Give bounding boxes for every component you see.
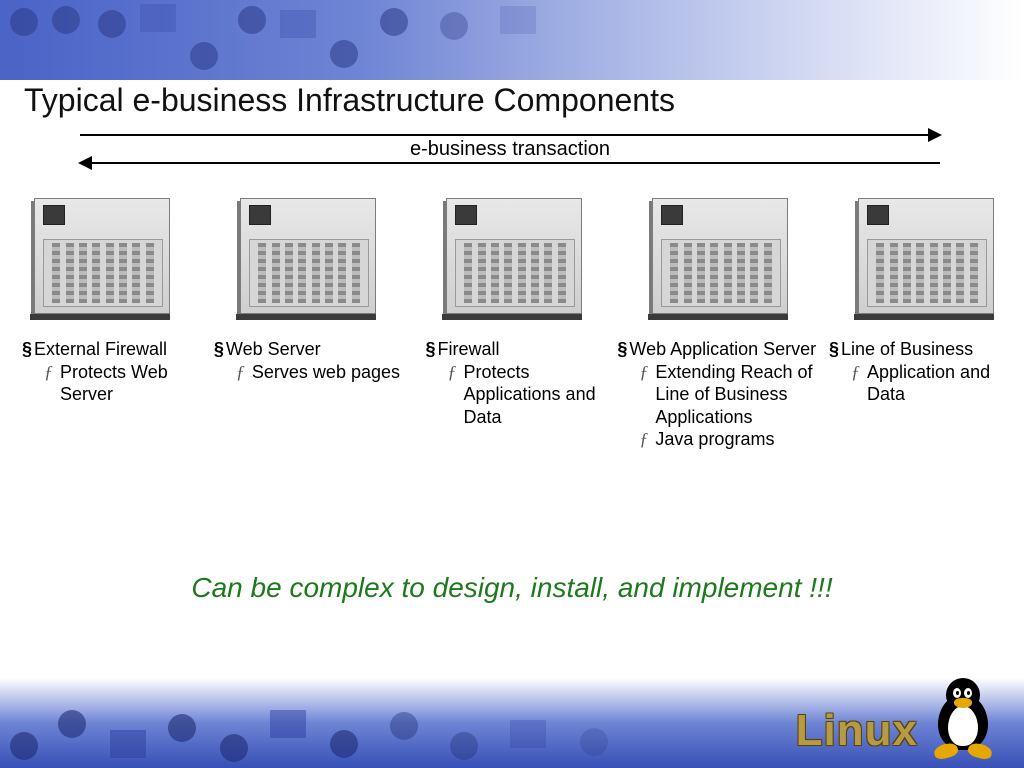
sub-bullet-icon: ƒ: [851, 361, 867, 406]
col-sub: Protects Applications and Data: [464, 361, 618, 429]
col-sub: Extending Reach of Line of Business Appl…: [655, 361, 829, 429]
linux-logo-text: Linux: [796, 706, 918, 756]
col-title: External Firewall: [34, 338, 167, 361]
linux-brand: Linux: [796, 678, 996, 756]
sub-bullet-icon: ƒ: [639, 361, 655, 429]
sub-bullet-icon: ƒ: [44, 361, 60, 406]
col-line-of-business: § Line of Business ƒ Application and Dat…: [829, 338, 1016, 451]
conclusion-text: Can be complex to design, install, and i…: [0, 572, 1024, 604]
sub-bullet-icon: ƒ: [448, 361, 464, 429]
col-title: Web Server: [226, 338, 321, 361]
col-sub: Protects Web Server: [60, 361, 214, 406]
top-decor-band: [0, 0, 1024, 80]
server-icon: [648, 198, 788, 320]
server-icon: [30, 198, 170, 320]
transaction-arrow: e-business transaction: [80, 130, 940, 170]
col-web-server: § Web Server ƒ Serves web pages: [214, 338, 426, 451]
col-sub: Application and Data: [867, 361, 1016, 406]
columns-row: § External Firewall ƒ Protects Web Serve…: [22, 338, 1016, 451]
col-title: Web Application Server: [629, 338, 816, 361]
bullet-icon: §: [214, 338, 226, 361]
bullet-icon: §: [22, 338, 34, 361]
col-title: Line of Business: [841, 338, 973, 361]
col-sub: Serves web pages: [252, 361, 400, 384]
col-web-app-server: § Web Application Server ƒ Extending Rea…: [617, 338, 829, 451]
server-row: [30, 198, 994, 320]
sub-bullet-icon: ƒ: [639, 428, 655, 451]
bullet-icon: §: [426, 338, 438, 361]
server-icon: [236, 198, 376, 320]
col-firewall: § Firewall ƒ Protects Applications and D…: [426, 338, 618, 451]
slide-title: Typical e-business Infrastructure Compon…: [24, 82, 675, 119]
bullet-icon: §: [617, 338, 629, 361]
arrow-label: e-business transaction: [80, 138, 940, 161]
server-icon: [442, 198, 582, 320]
bullet-icon: §: [829, 338, 841, 361]
server-icon: [854, 198, 994, 320]
tux-penguin-icon: [930, 678, 996, 756]
sub-bullet-icon: ƒ: [236, 361, 252, 384]
col-external-firewall: § External Firewall ƒ Protects Web Serve…: [22, 338, 214, 451]
col-sub: Java programs: [655, 428, 774, 451]
col-title: Firewall: [438, 338, 500, 361]
